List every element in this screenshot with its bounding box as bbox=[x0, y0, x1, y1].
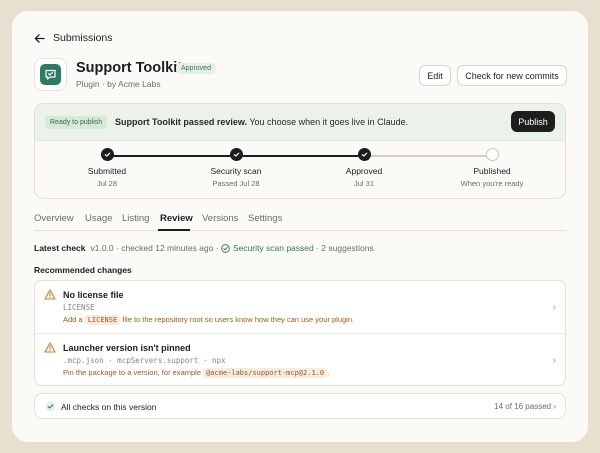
recommended-list: No license file LICENSE Add a LICENSE fi… bbox=[34, 280, 566, 386]
check-commits-button[interactable]: Check for new commits bbox=[457, 65, 567, 86]
app-title: Support Toolkit bbox=[76, 60, 183, 76]
active-tab-indicator bbox=[158, 229, 190, 231]
check-icon bbox=[229, 148, 243, 161]
banner-message: Support Toolkit passed review. You choos… bbox=[115, 117, 409, 127]
empty-circle-icon bbox=[485, 148, 499, 161]
check-circle-icon bbox=[221, 243, 230, 253]
arrow-left-icon bbox=[34, 33, 45, 43]
tab-settings[interactable]: Settings bbox=[248, 213, 282, 224]
tab-listing[interactable]: Listing bbox=[122, 213, 149, 224]
checks-count: 14 of 16 passed › bbox=[494, 402, 556, 411]
app-icon bbox=[34, 58, 67, 91]
step-submitted: Submitted Jul 28 bbox=[57, 148, 157, 188]
issue-no-license[interactable]: No license file LICENSE Add a LICENSE fi… bbox=[35, 281, 565, 333]
edit-button[interactable]: Edit bbox=[419, 65, 451, 86]
scan-status: Security scan passed bbox=[221, 243, 314, 253]
tab-usage[interactable]: Usage bbox=[85, 213, 112, 224]
publish-button[interactable]: Publish bbox=[511, 111, 555, 132]
issue-description: Pin the package to a version, for exampl… bbox=[63, 368, 330, 378]
latest-check: Latest check v1.0.0 · checked 12 minutes… bbox=[34, 243, 374, 253]
review-status-panel: Ready to publish Support Toolkit passed … bbox=[34, 103, 566, 199]
step-security-scan: Security scan Passed Jul 28 bbox=[186, 148, 286, 188]
tab-versions[interactable]: Versions bbox=[202, 213, 238, 224]
tab-review[interactable]: Review bbox=[160, 213, 193, 224]
tab-bar: Overview Usage Listing Review Versions S… bbox=[34, 211, 566, 231]
all-checks-row[interactable]: All checks on this version 14 of 16 pass… bbox=[34, 393, 566, 419]
ready-pill: Ready to publish bbox=[45, 116, 108, 129]
submission-card: Submissions Support Toolkit Approved Plu… bbox=[12, 11, 588, 442]
chevron-right-icon: › bbox=[552, 355, 556, 366]
check-circle-icon bbox=[45, 401, 56, 412]
tab-overview[interactable]: Overview bbox=[34, 213, 74, 224]
issue-launcher-version[interactable]: Launcher version isn't pinned .mcp.json … bbox=[35, 333, 565, 385]
step-approved: Approved Jul 31 bbox=[314, 148, 414, 188]
warning-icon bbox=[44, 289, 56, 300]
ready-banner: Ready to publish Support Toolkit passed … bbox=[35, 104, 565, 141]
issue-description: Add a LICENSE file to the repository roo… bbox=[63, 315, 355, 325]
app-header: Support Toolkit Approved Plugin · by Acm… bbox=[34, 58, 567, 92]
all-checks-label: All checks on this version bbox=[61, 402, 157, 412]
back-label: Submissions bbox=[53, 32, 113, 44]
check-icon bbox=[100, 148, 114, 161]
status-badge: Approved bbox=[176, 63, 216, 74]
chevron-right-icon: › bbox=[552, 302, 556, 313]
app-subtitle: Plugin · by Acme Labs bbox=[76, 79, 161, 89]
check-icon bbox=[357, 148, 371, 161]
back-link[interactable]: Submissions bbox=[34, 32, 113, 44]
progress-steps: Submitted Jul 28 Security scan Passed Ju… bbox=[35, 141, 565, 198]
chat-check-icon bbox=[45, 69, 56, 80]
step-published: Published When you're ready bbox=[442, 148, 542, 188]
recommended-heading: Recommended changes bbox=[34, 265, 132, 275]
warning-icon bbox=[44, 342, 56, 353]
